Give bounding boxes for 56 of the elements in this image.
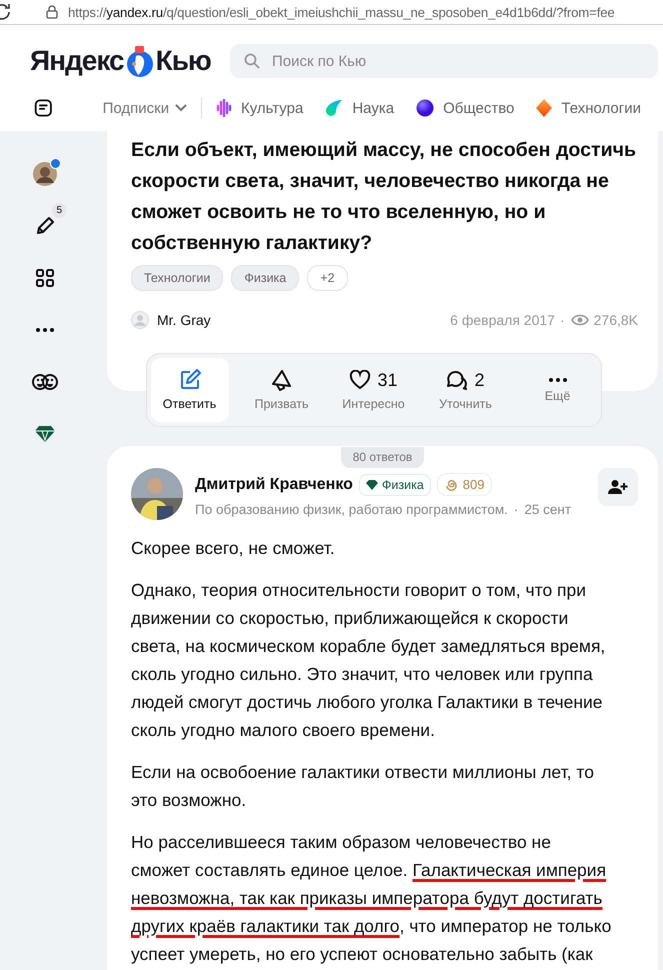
feed-icon[interactable]	[34, 97, 53, 119]
follow-button[interactable]	[598, 468, 638, 506]
wave-icon	[216, 99, 232, 117]
question-title: Если объект, имеющий массу, не способен достичь скорости света, значит, человечество никогда не сможет освоить не то что вселенную, но и собственную галактику?	[131, 138, 638, 256]
comments-icon	[446, 370, 468, 390]
topic-link[interactable]: Общество	[416, 99, 514, 117]
answer-paragraph: Скорее всего, не сможет.	[131, 537, 336, 560]
mascot-icon[interactable]	[126, 44, 154, 78]
author-name[interactable]: Дмитрий Кравченко	[195, 476, 353, 494]
tag-chip[interactable]: Технологии	[131, 265, 224, 291]
gem-icon[interactable]	[34, 425, 56, 443]
megaphone-icon	[270, 369, 294, 391]
caret-icon	[175, 104, 188, 112]
ball-icon	[416, 99, 434, 117]
tag-chip[interactable]: +2	[307, 265, 348, 291]
more-icon[interactable]	[35, 327, 55, 333]
action-button[interactable]: Ответить	[150, 358, 228, 422]
edit-icon	[178, 369, 200, 391]
logo-text[interactable]: Кью	[156, 45, 211, 77]
question-date: 6 февраля 2017	[450, 312, 555, 328]
grid-icon[interactable]	[35, 268, 55, 288]
author-bio: По образованию физик, работаю программистом.	[195, 502, 508, 517]
author-name[interactable]: Mr. Gray	[157, 312, 211, 328]
subscriptions-dropdown[interactable]: Подписки	[102, 100, 188, 116]
action-button[interactable]: Призвать	[242, 358, 320, 422]
view-count: 276,8K	[594, 312, 638, 328]
action-button[interactable]: 2 Уточнить	[426, 358, 504, 422]
more-icon	[548, 377, 568, 383]
avatar-icon[interactable]	[131, 468, 183, 520]
action-button[interactable]: 31 Интересно	[334, 358, 412, 422]
pencil-icon[interactable]	[34, 215, 56, 237]
answer-paragraph: Если на освобоение галактики отвести миллионы лет, то это возможно.	[131, 761, 595, 812]
drop-icon	[325, 99, 344, 117]
logo-text[interactable]: Яндекс	[30, 45, 124, 77]
add-user-icon	[608, 479, 628, 495]
separator-dot: ·	[560, 312, 565, 328]
score-badge: 809	[436, 473, 492, 496]
action-button[interactable]: Ещё	[518, 358, 596, 422]
count-badge: 5	[52, 203, 66, 218]
faces-icon[interactable]	[32, 373, 58, 391]
lock-icon	[46, 5, 58, 19]
expert-badge: Физика	[358, 474, 431, 496]
tag-chip[interactable]: Физика	[231, 265, 300, 291]
answers-count: 80 ответов	[340, 447, 424, 468]
topic-link[interactable]: Технологии	[536, 99, 641, 117]
avatar-icon[interactable]	[32, 161, 58, 187]
answer-paragraph: Но расселившееся таким образом человечество не сможет составлять единое целое. Галактическая империя невозможна, так как приказы императора будут достигать других краёв галактики так долго, что император не только успеет умереть, но его успеют основательно забыть (как	[131, 831, 612, 966]
topic-link[interactable]: Наука	[325, 99, 394, 117]
answer-paragraph: Однако, теория относительности говорит о том, что при движении со скоростью, приближающейся к скорости света, на космическом корабле будет замедляться время, сколь угодно сильно. Это значит, что человек или группа людей смогут достичь любого уголка Галактики в течение сколь угодно малого своего времени.	[131, 579, 606, 742]
diamond-icon	[536, 99, 552, 117]
answer-date: 25 сент	[524, 502, 572, 517]
search-field[interactable]: Поиск по Кью	[230, 44, 658, 78]
separator-dot: ·	[514, 502, 518, 517]
eye-icon	[570, 314, 589, 326]
heart-icon	[349, 370, 372, 390]
topic-link[interactable]: Культура	[216, 99, 304, 117]
